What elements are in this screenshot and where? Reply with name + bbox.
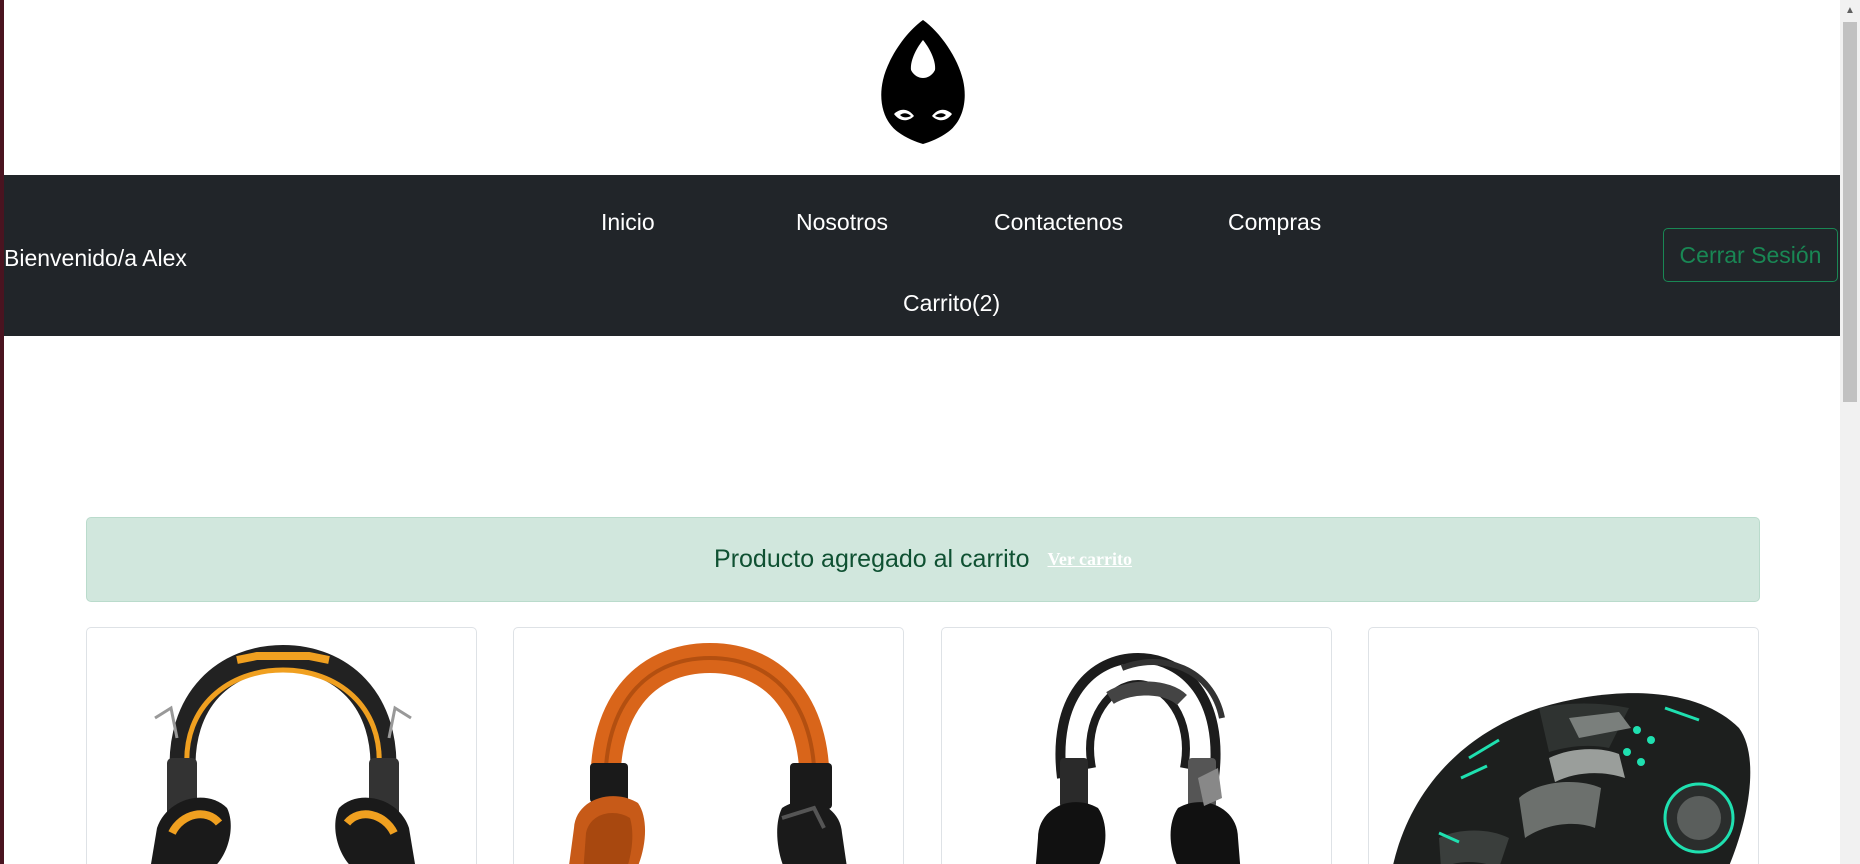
product-card[interactable] [513,627,904,864]
nav-link-contactenos[interactable]: Contactenos [994,209,1123,236]
navbar: Bienvenido/a Alex Inicio Nosotros Contac… [4,175,1840,336]
nav-link-inicio[interactable]: Inicio [601,209,655,236]
nav-link-carrito[interactable]: Carrito(2) [903,290,1000,317]
headset-orange-image [569,642,847,864]
nav-link-nosotros[interactable]: Nosotros [796,209,888,236]
scroll-up-icon[interactable]: ▲ [1840,0,1860,20]
cat-mask-logo-icon[interactable] [878,18,968,145]
alert-message: Producto agregado al carrito [714,545,1030,573]
product-card[interactable] [941,627,1332,864]
success-alert: Producto agregado al carrito Ver carrito [86,517,1760,602]
view-cart-link[interactable]: Ver carrito [1048,549,1132,570]
logout-button[interactable]: Cerrar Sesión [1663,228,1838,282]
headset-black-rgb-image [1035,652,1241,864]
window-edge [0,0,4,864]
headset-black-yellow-image [151,644,415,864]
page: Bienvenido/a Alex Inicio Nosotros Contac… [0,0,1860,864]
gaming-mouse-black-image [1393,693,1751,864]
vertical-scrollbar[interactable]: ▲ [1840,0,1860,864]
nav-link-compras[interactable]: Compras [1228,209,1321,236]
scrollbar-thumb[interactable] [1843,22,1857,402]
product-card[interactable] [86,627,477,864]
welcome-text: Bienvenido/a Alex [4,245,187,271]
product-card[interactable] [1368,627,1759,864]
